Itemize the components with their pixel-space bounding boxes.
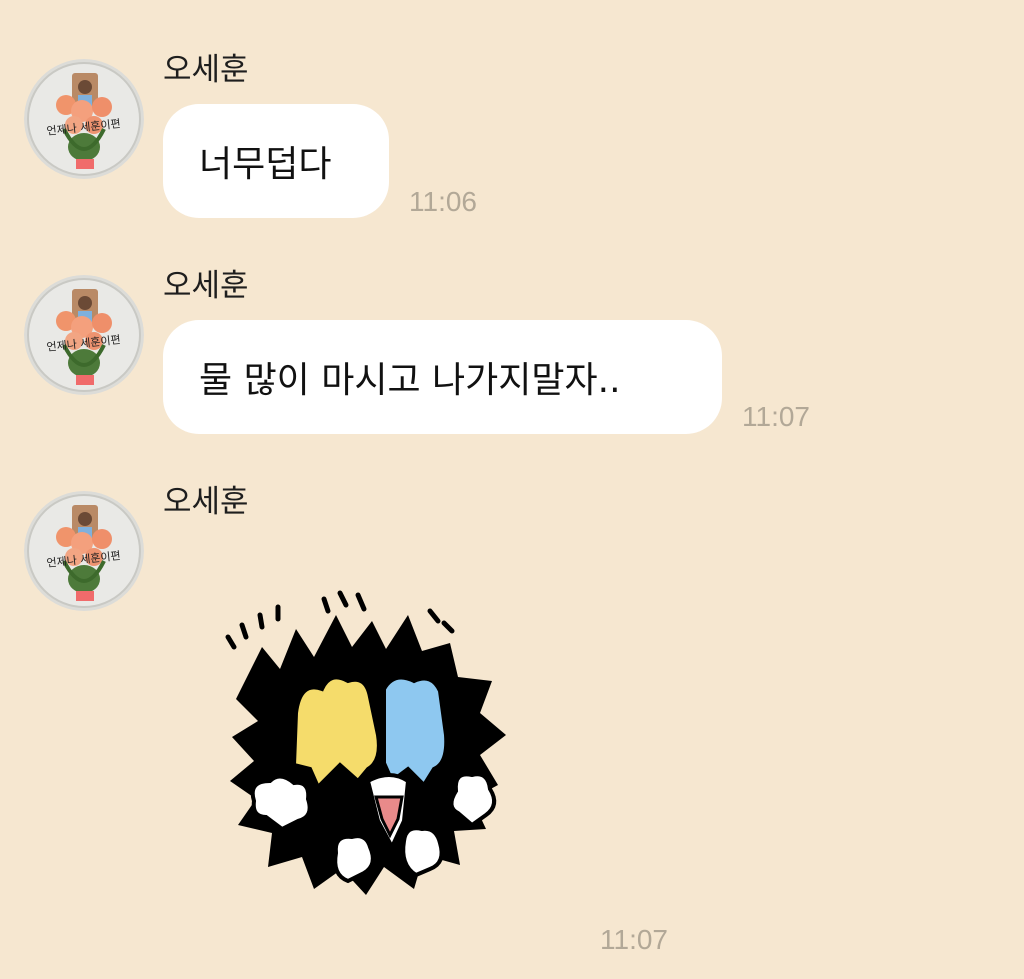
avatar-photo: 언제나 세훈이편 [24,275,144,395]
message-time: 11:06 [409,186,477,217]
message-text: 너무덥다 [199,144,332,185]
message-bubble[interactable]: 물 많이 마시고 나가지말자.. [163,320,722,434]
panicking-black-creature-sticker[interactable] [218,585,538,915]
avatar[interactable]: 언제나 세훈이편 [24,491,144,611]
avatar-photo: 언제나 세훈이편 [24,491,144,611]
message-bubble[interactable]: 너무덥다 [163,104,389,218]
avatar-photo: 언제나 세훈이편 [24,59,144,179]
message-time: 11:07 [742,401,810,432]
avatar[interactable]: 언제나 세훈이편 [24,59,144,179]
sender-name: 오세훈 [163,484,249,520]
message-text: 물 많이 마시고 나가지말자.. [199,360,621,401]
sticker-image [225,590,506,895]
sender-name: 오세훈 [163,268,249,304]
sender-name: 오세훈 [163,52,249,88]
message-time: 11:07 [600,924,668,955]
avatar[interactable]: 언제나 세훈이편 [24,275,144,395]
